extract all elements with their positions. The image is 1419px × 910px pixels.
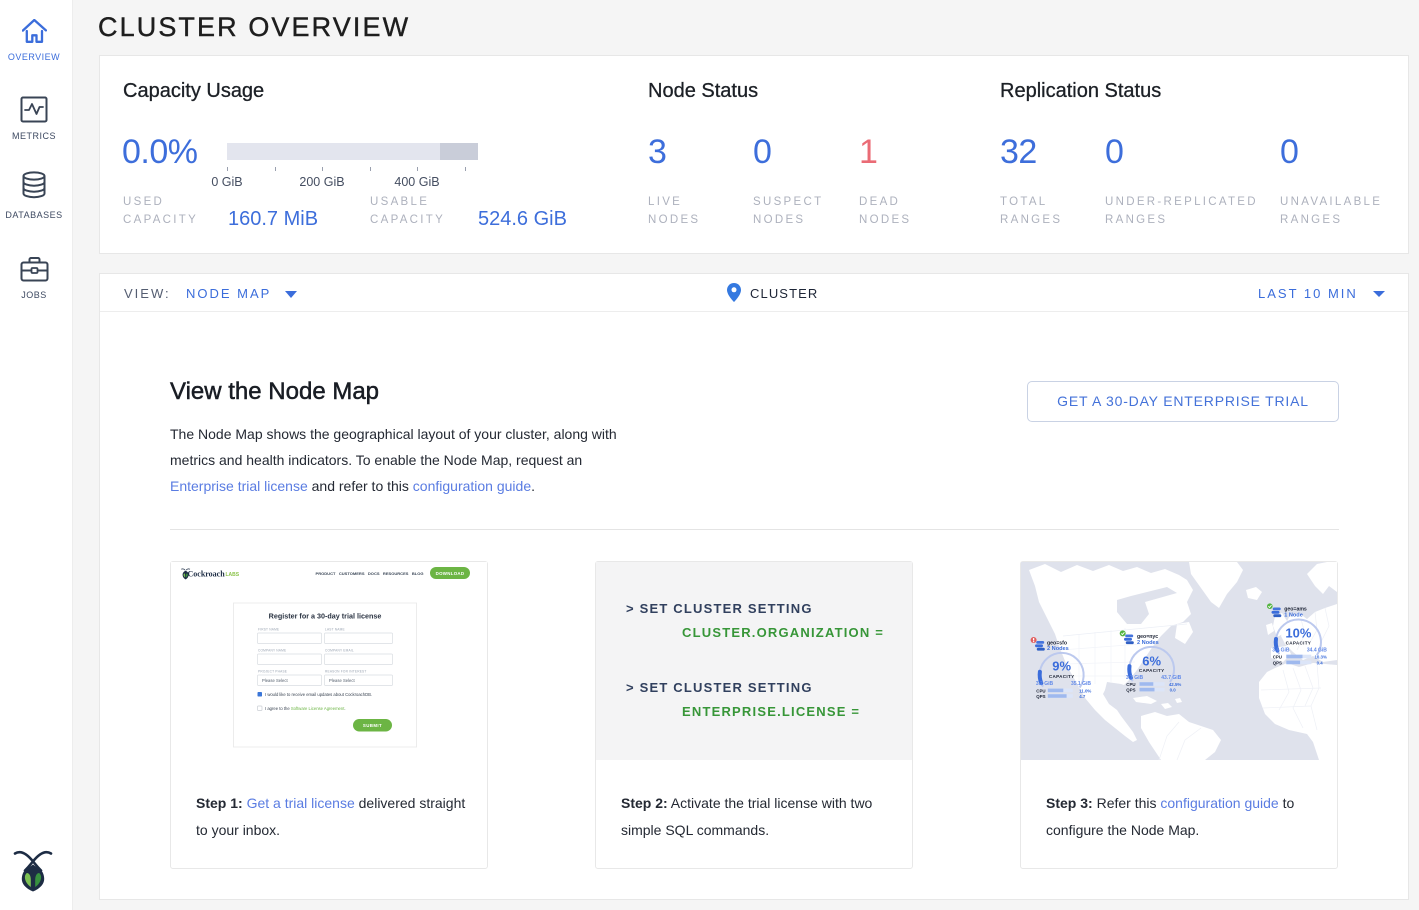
svg-text:1 Node: 1 Node [1284, 612, 1303, 618]
svg-text:Please Select: Please Select [262, 678, 288, 683]
svg-text:CPU: CPU [1126, 682, 1135, 687]
svg-text:LAST NAME: LAST NAME [325, 628, 345, 632]
svg-text:11.0%: 11.0% [1079, 688, 1091, 693]
svg-text:3.6 GiB: 3.6 GiB [1272, 648, 1290, 654]
svg-text:DOWNLOAD: DOWNLOAD [436, 571, 465, 576]
svg-text:CAPACITY: CAPACITY [1049, 674, 1075, 679]
svg-text:34.4 GiB: 34.4 GiB [1307, 648, 1327, 654]
svg-text:Cockroach: Cockroach [188, 570, 226, 579]
svg-text:QPS: QPS [1273, 660, 1282, 665]
svg-text:CPU: CPU [1036, 688, 1045, 693]
svg-text:PROJECT PHASE: PROJECT PHASE [258, 670, 287, 674]
svg-text:LABS: LABS [226, 572, 240, 578]
svg-text:35.1 GiB: 35.1 GiB [1071, 681, 1091, 687]
svg-text:6%: 6% [1142, 654, 1161, 669]
svg-text:2 Nodes: 2 Nodes [1047, 646, 1069, 652]
svg-text:Register for a 30-day trial li: Register for a 30-day trial license [269, 612, 382, 621]
svg-text:10%: 10% [1285, 626, 1311, 641]
svg-text:CAPACITY: CAPACITY [1286, 641, 1312, 646]
svg-text:FIRST NAME: FIRST NAME [258, 628, 279, 632]
svg-text:I would like to receive email: I would like to receive email updates ab… [265, 692, 372, 697]
svg-text:0.4: 0.4 [1317, 660, 1324, 665]
svg-text:CAPACITY: CAPACITY [1139, 668, 1165, 673]
svg-text:9%: 9% [1052, 659, 1071, 674]
svg-text:3.7 GiB: 3.7 GiB [1126, 675, 1144, 681]
svg-text:2 Nodes: 2 Nodes [1137, 640, 1159, 646]
svg-text:Please Select: Please Select [329, 678, 355, 683]
svg-text:QPS: QPS [1036, 694, 1045, 699]
svg-text:I agree to the Software Licens: I agree to the Software License Agreemen… [265, 706, 346, 711]
svg-text:COMPANY NAME: COMPANY NAME [258, 649, 286, 653]
svg-text:3.2 GiB: 3.2 GiB [1036, 681, 1054, 687]
svg-text:QPS: QPS [1126, 688, 1135, 693]
svg-text:COMPANY EMAIL: COMPANY EMAIL [325, 649, 354, 653]
svg-text:43.7 GiB: 43.7 GiB [1161, 675, 1181, 681]
svg-text:4.7: 4.7 [1079, 694, 1086, 699]
svg-text:0.0: 0.0 [1170, 688, 1177, 693]
svg-text:42.5%: 42.5% [1169, 682, 1182, 687]
svg-text:PRODUCT CUSTOMERS DOCS R: PRODUCT CUSTOMERS DOCS RESOURCES BLOG [316, 571, 424, 576]
svg-text:CPU: CPU [1273, 654, 1282, 659]
svg-text:10.3%: 10.3% [1314, 654, 1327, 659]
svg-text:SUBMIT: SUBMIT [363, 723, 382, 728]
svg-text:REASON FOR INTEREST: REASON FOR INTEREST [325, 670, 367, 674]
